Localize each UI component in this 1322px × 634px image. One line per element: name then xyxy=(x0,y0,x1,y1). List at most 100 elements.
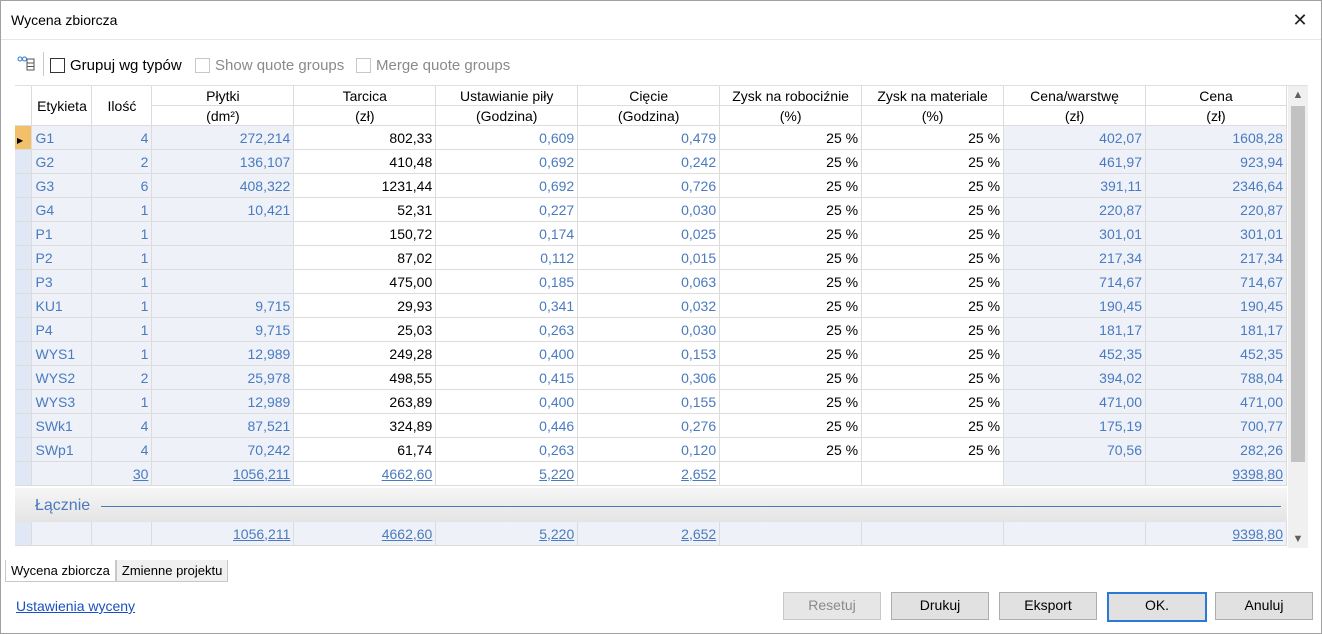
cell-label[interactable]: P3 xyxy=(31,269,93,294)
cell-qty[interactable]: 1 xyxy=(91,389,153,414)
cell-qty[interactable]: 4 xyxy=(91,125,153,150)
cell-lumber[interactable]: 249,28 xyxy=(293,341,437,366)
checkbox-box[interactable] xyxy=(195,57,210,73)
cell-material-profit[interactable]: 25 % xyxy=(861,365,1005,390)
cell-setup[interactable]: 0,415 xyxy=(435,365,579,390)
cell-labor-profit[interactable]: 25 % xyxy=(719,365,863,390)
table-row[interactable]: P2 1 87,02 0,112 0,015 25 % 25 % 217,34 217,34 xyxy=(15,245,1287,270)
subtotal-lumber-link[interactable]: 4662,60 xyxy=(382,466,433,482)
settings-grid-icon[interactable] xyxy=(17,55,35,71)
cell-cutting[interactable]: 0,306 xyxy=(577,365,721,390)
total-lumber-link[interactable]: 4662,60 xyxy=(382,526,433,542)
cell-material-profit[interactable]: 25 % xyxy=(861,245,1005,270)
total-panels-link[interactable]: 1056,211 xyxy=(233,526,290,542)
cell-label[interactable]: P4 xyxy=(31,317,93,342)
print-button[interactable]: Drukuj xyxy=(891,592,989,620)
cell-qty[interactable]: 1 xyxy=(91,317,153,342)
cell-labor-profit[interactable]: 25 % xyxy=(719,389,863,414)
column-header-price-per-layer[interactable]: Cena/warstwę xyxy=(1003,86,1146,106)
cell-setup[interactable]: 0,341 xyxy=(435,293,579,318)
current-row-indicator[interactable]: ▶ xyxy=(15,125,33,150)
cell-price-per-layer[interactable]: 461,97 xyxy=(1003,149,1146,174)
cell-lumber[interactable]: 25,03 xyxy=(293,317,437,342)
cell-lumber[interactable]: 324,89 xyxy=(293,413,437,438)
cell-panels[interactable]: 9,715 xyxy=(151,317,295,342)
subtotal-setup-link[interactable]: 5,220 xyxy=(539,466,574,482)
cell-lumber[interactable]: 61,74 xyxy=(293,437,437,462)
cell-label[interactable]: SWk1 xyxy=(31,413,93,438)
cell-lumber[interactable]: 263,89 xyxy=(293,389,437,414)
cell-material-profit[interactable]: 25 % xyxy=(861,221,1005,246)
export-button[interactable]: Eksport xyxy=(999,592,1097,620)
cell-label[interactable]: WYS3 xyxy=(31,389,93,414)
group-header[interactable]: Łącznie xyxy=(15,488,1287,522)
group-by-types-checkbox[interactable]: Grupuj wg typów xyxy=(50,56,182,74)
cell-qty[interactable]: 1 xyxy=(91,197,153,222)
column-header-material-profit[interactable]: Zysk na materiale xyxy=(861,86,1005,106)
cell-qty[interactable]: 2 xyxy=(91,365,153,390)
cell-material-profit[interactable]: 25 % xyxy=(861,293,1005,318)
cell-panels[interactable]: 10,421 xyxy=(151,197,295,222)
cell-qty[interactable]: 1 xyxy=(91,341,153,366)
cancel-button[interactable]: Anuluj xyxy=(1215,592,1313,620)
close-icon[interactable]: ✕ xyxy=(1285,5,1315,35)
cell-price[interactable]: 700,77 xyxy=(1145,413,1287,438)
row-header[interactable] xyxy=(15,269,33,294)
cell-material-profit[interactable]: 25 % xyxy=(861,149,1005,174)
column-header-panels[interactable]: Płytki xyxy=(151,86,295,106)
cell-cutting[interactable]: 0,153 xyxy=(577,341,721,366)
table-row[interactable]: G2 2 136,107 410,48 0,692 0,242 25 % 25 % 461,97… xyxy=(15,149,1287,174)
cell-price[interactable]: 282,26 xyxy=(1145,437,1287,462)
show-quote-groups-checkbox[interactable]: Show quote groups xyxy=(195,56,344,74)
row-header[interactable] xyxy=(15,341,33,366)
cell-price[interactable]: 714,67 xyxy=(1145,269,1287,294)
cell-qty[interactable]: 2 xyxy=(91,149,153,174)
cell-labor-profit[interactable]: 25 % xyxy=(719,269,863,294)
cell-qty[interactable]: 4 xyxy=(91,437,153,462)
cell-label[interactable]: KU1 xyxy=(31,293,93,318)
cell-setup[interactable]: 0,263 xyxy=(435,437,579,462)
cell-price-per-layer[interactable]: 70,56 xyxy=(1003,437,1146,462)
cell-qty[interactable]: 1 xyxy=(91,245,153,270)
cell-panels[interactable]: 136,107 xyxy=(151,149,295,174)
cell-lumber[interactable]: 52,31 xyxy=(293,197,437,222)
cell-label[interactable]: G4 xyxy=(31,197,93,222)
cell-label[interactable]: G1 xyxy=(31,125,93,150)
cell-labor-profit[interactable]: 25 % xyxy=(719,221,863,246)
cell-cutting[interactable]: 0,063 xyxy=(577,269,721,294)
cell-price-per-layer[interactable]: 217,34 xyxy=(1003,245,1146,270)
cell-panels[interactable]: 12,989 xyxy=(151,341,295,366)
table-row[interactable]: P4 1 9,715 25,03 0,263 0,030 25 % 25 % 181,17 181… xyxy=(15,317,1287,342)
cell-lumber[interactable]: 87,02 xyxy=(293,245,437,270)
cell-cutting[interactable]: 0,032 xyxy=(577,293,721,318)
cell-material-profit[interactable]: 25 % xyxy=(861,269,1005,294)
cell-lumber[interactable]: 1231,44 xyxy=(293,173,437,198)
table-row[interactable]: SWp1 4 70,242 61,74 0,263 0,120 25 % 25 % 70,56 2… xyxy=(15,437,1287,462)
cell-material-profit[interactable]: 25 % xyxy=(861,389,1005,414)
column-header-setup[interactable]: Ustawianie piły xyxy=(435,86,579,106)
column-header-cutting[interactable]: Cięcie xyxy=(577,86,721,106)
cell-cutting[interactable]: 0,155 xyxy=(577,389,721,414)
cell-price[interactable]: 220,87 xyxy=(1145,197,1287,222)
cell-price-per-layer[interactable]: 181,17 xyxy=(1003,317,1146,342)
column-header-label[interactable]: Etykieta xyxy=(31,86,93,126)
cell-label[interactable]: P1 xyxy=(31,221,93,246)
row-header[interactable] xyxy=(15,197,33,222)
total-setup-link[interactable]: 5,220 xyxy=(539,526,574,542)
tab-project-variables[interactable]: Zmienne projektu xyxy=(115,560,229,582)
cell-setup[interactable]: 0,692 xyxy=(435,149,579,174)
tab-summary-quote[interactable]: Wycena zbiorcza xyxy=(5,560,116,582)
cell-cutting[interactable]: 0,120 xyxy=(577,437,721,462)
cell-label[interactable]: WYS2 xyxy=(31,365,93,390)
scrollbar-thumb[interactable] xyxy=(1291,106,1305,462)
cell-qty[interactable]: 6 xyxy=(91,173,153,198)
cell-price-per-layer[interactable]: 452,35 xyxy=(1003,341,1146,366)
cell-label[interactable]: P2 xyxy=(31,245,93,270)
subtotal-panels-link[interactable]: 1056,211 xyxy=(233,466,290,482)
cell-labor-profit[interactable]: 25 % xyxy=(719,245,863,270)
cell-material-profit[interactable]: 25 % xyxy=(861,437,1005,462)
total-price-link[interactable]: 9398,80 xyxy=(1232,526,1283,542)
cell-price-per-layer[interactable]: 402,07 xyxy=(1003,125,1146,150)
cell-setup[interactable]: 0,446 xyxy=(435,413,579,438)
cell-labor-profit[interactable]: 25 % xyxy=(719,149,863,174)
